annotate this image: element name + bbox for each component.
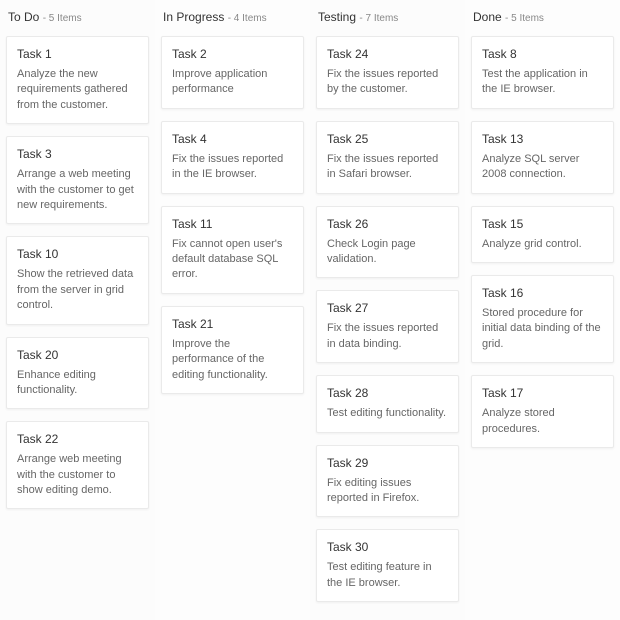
column-title: Done	[473, 10, 502, 24]
card-description: Show the retrieved data from the server …	[17, 267, 138, 313]
column-count: - 4 Items	[228, 13, 267, 24]
card-description: Analyze stored procedures.	[482, 406, 603, 437]
card-description: Fix cannot open user's default database …	[172, 237, 293, 283]
card-description: Stored procedure for initial data bindin…	[482, 306, 603, 352]
card-title: Task 3	[17, 147, 138, 161]
card-description: Check Login page validation.	[327, 237, 448, 268]
kanban-card[interactable]: Task 20 Enhance editing functionality.	[6, 337, 149, 410]
card-description: Fix the issues reported by the customer.	[327, 67, 448, 98]
card-title: Task 25	[327, 132, 448, 146]
kanban-card[interactable]: Task 4 Fix the issues reported in the IE …	[161, 121, 304, 194]
card-description: Analyze the new requirements gathered fr…	[17, 67, 138, 113]
kanban-column: In Progress - 4 Items Task 2 Improve appli…	[155, 0, 310, 620]
card-description: Arrange web meeting with the customer to…	[17, 452, 138, 498]
card-description: Test editing feature in the IE browser.	[327, 560, 448, 591]
card-title: Task 16	[482, 286, 603, 300]
kanban-card[interactable]: Task 2 Improve application performance	[161, 36, 304, 109]
card-title: Task 2	[172, 47, 293, 61]
card-title: Task 11	[172, 217, 293, 231]
card-description: Fix the issues reported in the IE browse…	[172, 152, 293, 183]
kanban-card[interactable]: Task 11 Fix cannot open user's default da…	[161, 206, 304, 294]
kanban-card[interactable]: Task 10 Show the retrieved data from the …	[6, 236, 149, 324]
kanban-card[interactable]: Task 8 Test the application in the IE bro…	[471, 36, 614, 109]
card-title: Task 26	[327, 217, 448, 231]
card-description: Fix the issues reported in data binding.	[327, 321, 448, 352]
kanban-card[interactable]: Task 25 Fix the issues reported in Safari…	[316, 121, 459, 194]
kanban-card[interactable]: Task 15 Analyze grid control.	[471, 206, 614, 263]
kanban-card[interactable]: Task 28 Test editing functionality.	[316, 375, 459, 432]
kanban-card[interactable]: Task 29 Fix editing issues reported in Fi…	[316, 445, 459, 518]
card-description: Test the application in the IE browser.	[482, 67, 603, 98]
column-count: - 7 Items	[359, 13, 398, 24]
kanban-card[interactable]: Task 24 Fix the issues reported by the cu…	[316, 36, 459, 109]
card-title: Task 1	[17, 47, 138, 61]
kanban-column: Done - 5 Items Task 8 Test the application…	[465, 0, 620, 620]
card-title: Task 10	[17, 247, 138, 261]
card-title: Task 15	[482, 217, 603, 231]
kanban-card[interactable]: Task 1 Analyze the new requirements gathe…	[6, 36, 149, 124]
column-count: - 5 Items	[505, 13, 544, 24]
column-count: - 5 Items	[43, 13, 82, 24]
card-title: Task 27	[327, 301, 448, 315]
kanban-card[interactable]: Task 13 Analyze SQL server 2008 connectio…	[471, 121, 614, 194]
card-description: Test editing functionality.	[327, 406, 448, 421]
card-title: Task 29	[327, 456, 448, 470]
card-description: Analyze grid control.	[482, 237, 603, 252]
kanban-board: To Do - 5 Items Task 1 Analyze the new req…	[0, 0, 620, 620]
card-description: Enhance editing functionality.	[17, 368, 138, 399]
card-title: Task 24	[327, 47, 448, 61]
card-title: Task 30	[327, 540, 448, 554]
card-description: Fix the issues reported in Safari browse…	[327, 152, 448, 183]
kanban-card[interactable]: Task 30 Test editing feature in the IE br…	[316, 529, 459, 602]
kanban-card[interactable]: Task 16 Stored procedure for initial data…	[471, 275, 614, 363]
card-title: Task 8	[482, 47, 603, 61]
kanban-card[interactable]: Task 17 Analyze stored procedures.	[471, 375, 614, 448]
card-description: Analyze SQL server 2008 connection.	[482, 152, 603, 183]
kanban-card[interactable]: Task 27 Fix the issues reported in data b…	[316, 290, 459, 363]
card-title: Task 13	[482, 132, 603, 146]
column-header: To Do - 5 Items	[6, 6, 149, 36]
column-title: To Do	[8, 10, 39, 24]
column-header: In Progress - 4 Items	[161, 6, 304, 36]
card-description: Arrange a web meeting with the customer …	[17, 167, 138, 213]
kanban-card[interactable]: Task 21 Improve the performance of the ed…	[161, 306, 304, 394]
card-title: Task 22	[17, 432, 138, 446]
column-header: Testing - 7 Items	[316, 6, 459, 36]
card-title: Task 21	[172, 317, 293, 331]
kanban-card[interactable]: Task 26 Check Login page validation.	[316, 206, 459, 279]
card-title: Task 4	[172, 132, 293, 146]
card-title: Task 28	[327, 386, 448, 400]
kanban-card[interactable]: Task 3 Arrange a web meeting with the cus…	[6, 136, 149, 224]
kanban-column: Testing - 7 Items Task 24 Fix the issues r…	[310, 0, 465, 620]
kanban-card[interactable]: Task 22 Arrange web meeting with the cust…	[6, 421, 149, 509]
card-description: Improve application performance	[172, 67, 293, 98]
card-title: Task 17	[482, 386, 603, 400]
card-title: Task 20	[17, 348, 138, 362]
card-description: Improve the performance of the editing f…	[172, 337, 293, 383]
column-title: Testing	[318, 10, 356, 24]
column-title: In Progress	[163, 10, 224, 24]
kanban-column: To Do - 5 Items Task 1 Analyze the new req…	[0, 0, 155, 620]
column-header: Done - 5 Items	[471, 6, 614, 36]
card-description: Fix editing issues reported in Firefox.	[327, 476, 448, 507]
